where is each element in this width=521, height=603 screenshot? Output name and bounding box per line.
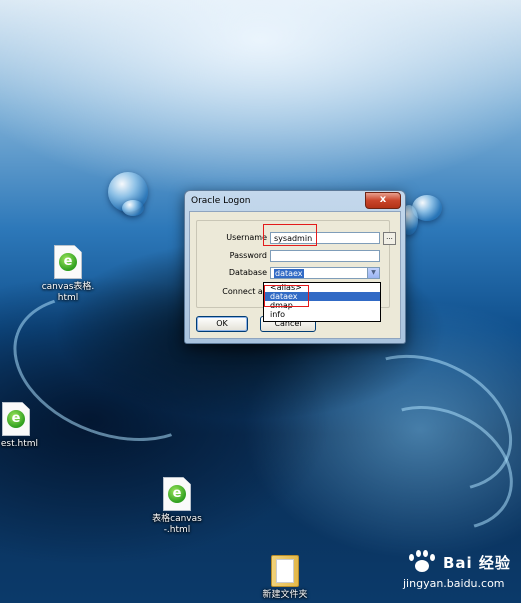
ok-button[interactable]: OK	[196, 316, 248, 332]
dropdown-option[interactable]: info	[264, 310, 380, 319]
desktop-icon-est-html[interactable]: e est.html	[0, 402, 56, 450]
html-file-icon: e	[163, 477, 191, 511]
connect-as-label: Connect as	[222, 287, 267, 296]
desktop-icon-table-canvas-html[interactable]: e 表格canvas -.html	[137, 477, 217, 536]
desktop-icon-canvas-html[interactable]: e canvas表格. html	[28, 245, 108, 304]
baidu-paw-icon	[407, 550, 437, 574]
database-combo[interactable]: dataex ▼	[270, 267, 380, 279]
close-icon: x	[379, 194, 387, 205]
username-label: Username	[226, 233, 267, 242]
desktop-icon-label: html	[57, 293, 79, 303]
desktop-icon-new-folder[interactable]: 新建文件夹	[245, 555, 325, 601]
watermark-brand: Bai 经验	[443, 554, 511, 572]
username-browse-button[interactable]: ...	[383, 232, 396, 245]
annotation-highlight-username	[263, 224, 317, 246]
dialog-title: Oracle Logon	[191, 196, 251, 206]
chevron-down-icon[interactable]: ▼	[367, 268, 379, 278]
water-drop	[122, 200, 144, 216]
folder-icon	[271, 555, 299, 587]
html-file-icon: e	[54, 245, 82, 279]
database-value: dataex	[274, 269, 304, 278]
password-label: Password	[229, 251, 267, 260]
annotation-highlight-dataex	[264, 285, 309, 307]
database-label: Database	[228, 268, 267, 277]
password-field[interactable]	[270, 250, 380, 262]
html-file-icon: e	[2, 402, 30, 436]
desktop-icon-label: canvas表格.	[41, 282, 95, 292]
watermark-url: jingyan.baidu.com	[403, 577, 505, 590]
desktop-icon-label: -.html	[163, 525, 191, 535]
baidu-watermark: Bai 经验 jingyan.baidu.com	[403, 548, 513, 596]
dialog-titlebar[interactable]: Oracle Logon x	[185, 191, 405, 211]
close-button[interactable]: x	[365, 192, 401, 209]
desktop-icon-label: est.html	[0, 439, 38, 449]
desktop-icon-label: 新建文件夹	[262, 590, 308, 600]
desktop-icon-label: 表格canvas	[152, 514, 202, 524]
